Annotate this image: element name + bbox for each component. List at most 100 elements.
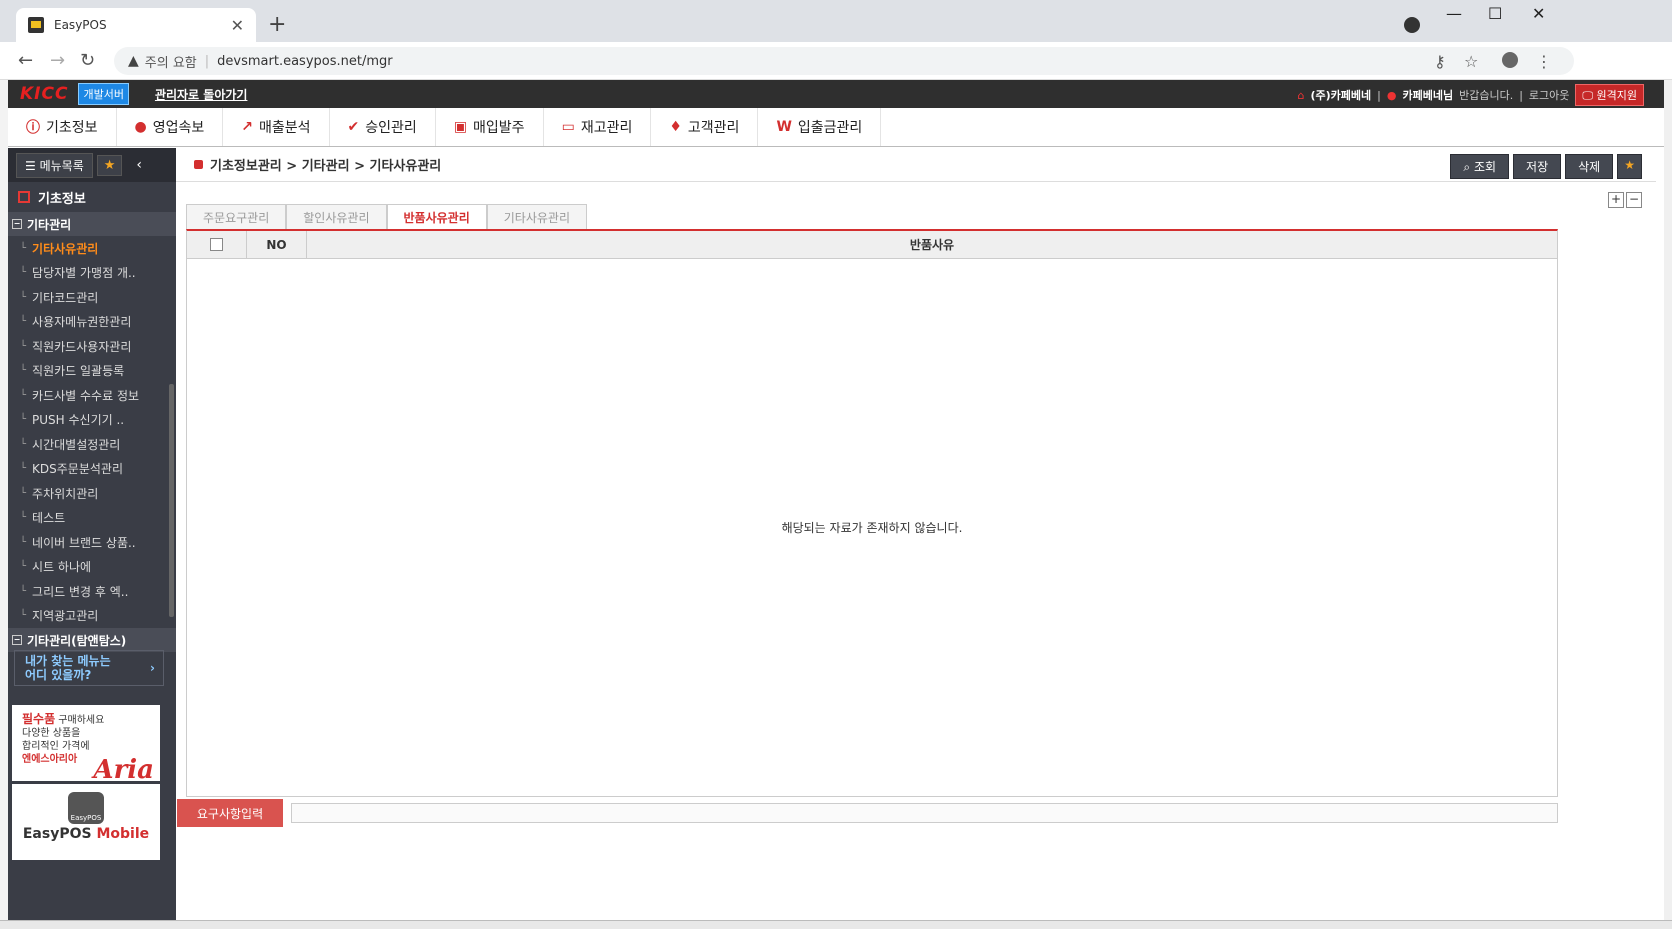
nav-customer[interactable]: ♦ 고객관리 [651,108,759,146]
sidebar-group-label: 기타관리(탐앤탐스) [27,633,127,648]
sidebar-toolbar: ☰ 메뉴목록 ★ ‹ [8,148,176,182]
expand-box-icon: − [12,635,22,645]
nav-label: 승인관리 [365,120,417,136]
plus-icon[interactable]: + [1608,192,1624,208]
url-text[interactable]: devsmart.easypos.net/mgr [217,54,392,69]
sidebar-item[interactable]: └ 시트 하나에 [8,555,176,580]
collapse-sidebar-icon[interactable]: ‹ [136,157,142,173]
maximize-icon[interactable]: ☐ [1488,4,1502,23]
ad-headline-red: 필수품 [22,712,56,726]
browser-menu-icon[interactable]: ⋮ [1536,52,1552,71]
request-input[interactable] [291,803,1558,823]
sidebar-section-basic-info[interactable]: 기초정보 [8,182,176,212]
sidebar-group-tomntoms[interactable]: − 기타관리(탐앤탐스) [8,628,176,652]
menu-finder-link[interactable]: 내가 찾는 메뉴는 어디 있을까? › [14,650,164,686]
aria-ad-banner[interactable]: 필수품 구매하세요 다양한 상품을 합리적인 가격에 엔에스아리아 Aria [12,705,160,783]
close-tab-icon[interactable]: ✕ [231,16,244,35]
tab-search-icon[interactable] [1404,17,1420,33]
nav-sales-flash[interactable]: ● 영업속보 [117,108,224,146]
nav-deposit-withdrawal[interactable]: W 입출금관리 [758,108,882,146]
name-part-b: Mobile [96,826,150,842]
tab-discount-reason[interactable]: 할인사유관리 [286,204,387,229]
remote-support-button[interactable]: 🖵 원격지원 [1575,84,1644,106]
sidebar-item-label: 테스트 [32,511,66,526]
user-name: 카페베네님 [1402,89,1454,102]
sidebar-item[interactable]: └ 지역광고관리 [8,604,176,629]
main-navigation: ⓘ 기초정보 ● 영업속보 ↗ 매출분석 ✔ 승인관리 ▣ 매입발주 ▭ 재고관리 ♦ 고객관… [8,108,1664,147]
tree-branch-icon: └ [20,242,27,254]
remote-support-label: 원격지원 [1596,89,1637,102]
sidebar-item[interactable]: └ 카드사별 수수료 정보 [8,383,176,408]
omnibox[interactable]: ▲ 주의 요함 | devsmart.easypos.net/mgr [114,47,1574,75]
sidebar-item-label: KDS주문분석관리 [32,462,123,477]
menu-list-button[interactable]: ☰ 메뉴목록 [16,152,93,178]
nav-approval[interactable]: ✔ 승인관리 [330,108,436,146]
page-scrollbar[interactable] [1664,80,1672,920]
col-header-no[interactable]: NO [247,231,307,258]
sidebar-item-label: 직원카드 일괄등록 [32,364,125,379]
back-to-admin-link[interactable]: 관리자로 돌아가기 [155,86,248,103]
tree-branch-icon: └ [20,536,27,548]
sidebar-item[interactable]: └ 테스트 [8,506,176,531]
select-all-checkbox[interactable] [210,238,223,251]
tree-branch-icon: └ [20,463,27,475]
kicc-logo[interactable]: KICC [20,84,68,104]
sidebar-item[interactable]: └ PUSH 수신기기 .. [8,408,176,433]
sidebar-item[interactable]: └ 기타코드관리 [8,285,176,310]
sidebar-item[interactable]: └ KDS주문분석관리 [8,457,176,482]
tab-order-request[interactable]: 주문요구관리 [186,204,287,229]
back-icon[interactable]: ← [18,50,33,71]
sidebar-item[interactable]: └ 시간대별설정관리 [8,432,176,457]
favorites-star-icon[interactable]: ★ [96,154,123,176]
empty-message: 해당되는 자료가 존재하지 않습니다. [781,521,963,535]
save-button[interactable]: 저장 [1513,154,1562,179]
bookmark-star-icon[interactable]: ☆ [1464,52,1478,71]
tab-other-reason[interactable]: 기타사유관리 [486,204,587,229]
warning-icon[interactable]: ▲ [128,53,139,69]
nav-basic-info[interactable]: ⓘ 기초정보 [8,108,117,146]
close-window-icon[interactable]: ✕ [1532,4,1545,23]
tree-branch-icon: └ [20,585,27,597]
nav-inventory[interactable]: ▭ 재고관리 [544,108,652,146]
sidebar-item[interactable]: └ 직원카드 일괄등록 [8,359,176,384]
sidebar-item[interactable]: └ 담당자별 가맹점 개.. [8,261,176,286]
sidebar-item-label: 주차위치관리 [32,486,99,501]
browser-tab[interactable]: EasyPOS ✕ [16,8,256,42]
collapse-box-icon: − [12,219,22,229]
tree-branch-icon: └ [20,512,27,524]
sidebar-scrollbar[interactable] [169,384,174,617]
sidebar-item-misc-reason[interactable]: └ 기타사유관리 [8,236,176,261]
easypos-mobile-banner[interactable]: EasyPOS EasyPOS Mobile [12,784,160,860]
easypos-mobile-name: EasyPOS Mobile [12,826,160,842]
sidebar-group-misc[interactable]: − 기타관리 [8,212,176,236]
favorite-star-icon[interactable]: ★ [1617,154,1642,179]
col-header-return-reason[interactable]: 반품사유 [307,231,1557,258]
security-label[interactable]: 주의 요함 [145,52,197,71]
profile-avatar-icon[interactable] [1502,52,1518,68]
forward-icon[interactable]: → [50,50,65,71]
reload-icon[interactable]: ↻ [80,50,95,71]
name-part-a: EasyPOS [22,826,97,842]
expand-collapse-controls: + − [1608,192,1642,208]
search-label: 조회 [1473,160,1497,174]
delete-button[interactable]: 삭제 [1565,154,1614,179]
sidebar-item[interactable]: └ 그리드 변경 후 엑.. [8,579,176,604]
sidebar-item[interactable]: └ 사용자메뉴권한관리 [8,310,176,335]
search-button[interactable]: ⌕ 조회 [1450,154,1510,179]
monitor-icon: ▭ [561,119,575,135]
sidebar-item[interactable]: └ 직원카드사용자관리 [8,334,176,359]
sidebar-item[interactable]: └ 네이버 브랜드 상품.. [8,530,176,555]
bottom-window-edge [0,920,1672,929]
sidebar-item[interactable]: └ 주차위치관리 [8,481,176,506]
nav-purchase-order[interactable]: ▣ 매입발주 [436,108,544,146]
new-tab-icon[interactable]: + [268,12,286,37]
key-icon[interactable]: ⚷ [1434,52,1446,71]
easypos-favicon-icon [28,17,44,33]
minus-icon[interactable]: − [1626,192,1642,208]
tab-return-reason[interactable]: 반품사유관리 [386,204,487,229]
nav-sales-analysis[interactable]: ↗ 매출분석 [223,108,330,146]
logout-link[interactable]: 로그아웃 [1529,87,1569,103]
action-buttons: ⌕ 조회 저장 삭제 ★ [1450,154,1642,179]
minimize-icon[interactable]: — [1446,4,1462,23]
tree-branch-icon: └ [20,438,27,450]
